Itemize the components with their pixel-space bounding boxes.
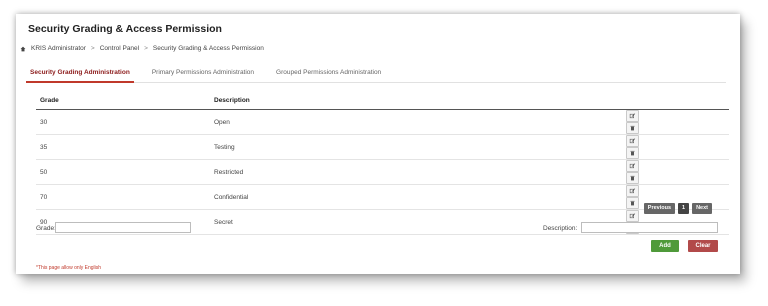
breadcrumb-separator: > (144, 45, 148, 52)
edit-icon[interactable] (626, 110, 639, 122)
edit-icon[interactable] (626, 210, 639, 222)
row-actions (598, 159, 729, 185)
table-row: 35 Testing (36, 134, 729, 160)
next-button[interactable]: Next (692, 203, 712, 214)
tab-grouped-permissions-administration[interactable]: Grouped Permissions Administration (272, 69, 385, 81)
cell-description: Confidential (210, 184, 598, 210)
tab-security-grading-administration[interactable]: Security Grading Administration (26, 69, 134, 83)
cell-description: Testing (210, 134, 598, 160)
cell-grade: 30 (36, 109, 210, 135)
previous-button[interactable]: Previous (643, 203, 676, 214)
home-icon[interactable] (20, 46, 26, 52)
tab-bar: Security Grading Administration Primary … (26, 69, 726, 83)
row-actions (598, 134, 729, 160)
description-label: Description: (543, 225, 578, 232)
edit-icon[interactable] (626, 185, 639, 197)
trash-icon[interactable] (626, 147, 639, 159)
cell-description: Restricted (210, 159, 598, 185)
add-button[interactable]: Add (651, 240, 679, 252)
tab-primary-permissions-administration[interactable]: Primary Permissions Administration (148, 69, 258, 81)
cell-grade: 70 (36, 184, 210, 210)
table-row: 50 Restricted (36, 159, 729, 185)
page-title: Security Grading & Access Permission (28, 23, 222, 35)
breadcrumb-item-current: Security Grading & Access Permission (152, 45, 264, 52)
trash-icon[interactable] (626, 172, 639, 184)
column-header-grade: Grade (36, 91, 210, 110)
breadcrumb-item-control-panel[interactable]: Control Panel (100, 45, 139, 52)
grading-table: Grade Description 30 Open 35 Testing 50 … (36, 91, 729, 235)
column-header-actions (598, 91, 729, 110)
trash-icon[interactable] (626, 122, 639, 134)
english-only-note: *This page allow only English (36, 265, 102, 271)
edit-icon[interactable] (626, 160, 639, 172)
row-actions (598, 109, 729, 135)
breadcrumb-item-kris-administrator[interactable]: KRIS Administrator (31, 45, 86, 52)
table-row: 70 Confidential (36, 184, 729, 210)
cell-grade: 35 (36, 134, 210, 160)
edit-icon[interactable] (626, 135, 639, 147)
description-input[interactable] (581, 222, 718, 233)
cell-description: Open (210, 109, 598, 135)
table-header-row: Grade Description (36, 91, 729, 110)
cell-grade: 50 (36, 159, 210, 185)
grade-label: Grade: (36, 225, 56, 232)
column-header-description: Description (210, 91, 598, 110)
pagination: Previous 1 Next (643, 203, 712, 214)
grade-input[interactable] (55, 222, 191, 233)
breadcrumb: KRIS Administrator > Control Panel > Sec… (20, 45, 264, 52)
page-number-button[interactable]: 1 (678, 203, 690, 214)
cell-description: Secret (210, 209, 598, 235)
trash-icon[interactable] (626, 197, 639, 209)
clear-button[interactable]: Clear (688, 240, 718, 252)
breadcrumb-separator: > (90, 45, 95, 52)
table-row: 30 Open (36, 109, 729, 135)
